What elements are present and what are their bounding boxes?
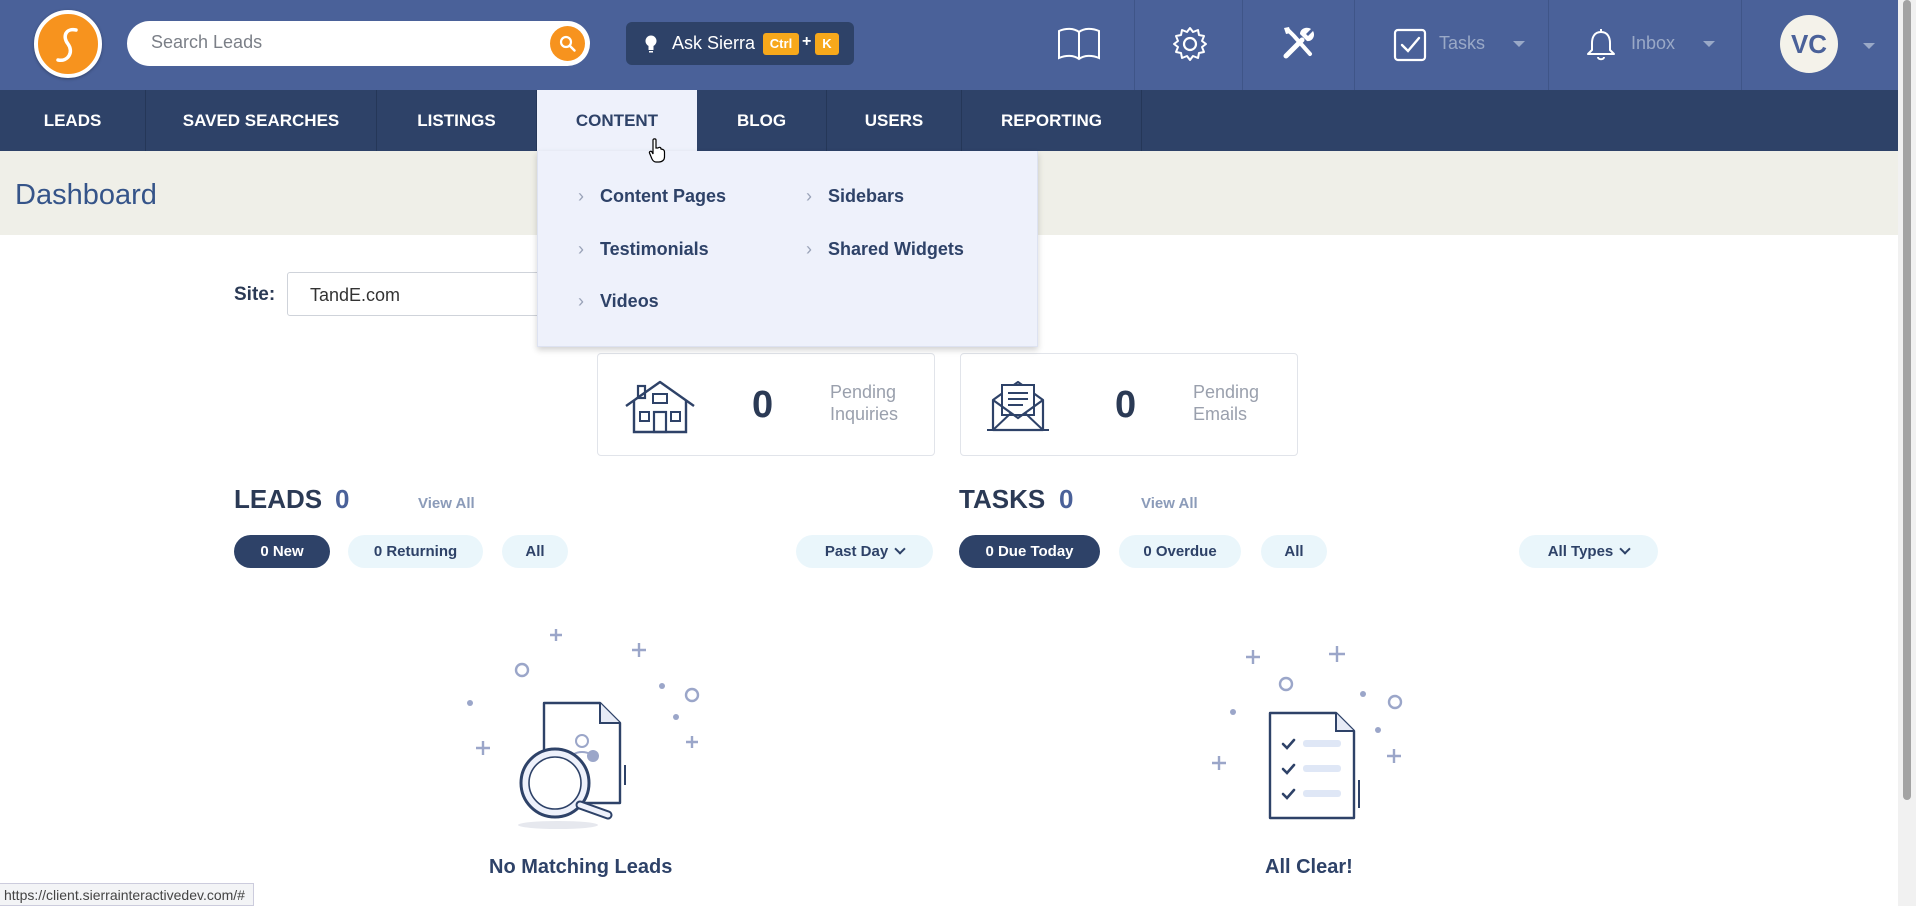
pending-inquiries-count: 0 [752, 384, 774, 426]
nav-users[interactable]: USERS [827, 90, 962, 151]
menu-item-label: Videos [600, 291, 659, 311]
pending-inquiries-card[interactable]: 0 Pending Inquiries [597, 353, 935, 456]
nav-saved-searches[interactable]: SAVED SEARCHES [146, 90, 377, 151]
nav-reporting[interactable]: REPORTING [962, 90, 1142, 151]
tasks-menu[interactable]: Tasks [1354, 0, 1548, 90]
search-icon [559, 35, 576, 52]
leads-count: 0 [335, 484, 350, 514]
search-input[interactable] [151, 32, 531, 53]
settings-button[interactable] [1134, 0, 1242, 90]
inbox-menu[interactable]: Inbox [1548, 0, 1741, 90]
all-clear-illustration-icon [1212, 646, 1403, 820]
pending-emails-card[interactable]: 0 Pending Emails [960, 353, 1298, 456]
leads-filter-returning[interactable]: 0 Returning [348, 535, 483, 568]
tasks-count: 0 [1059, 484, 1074, 514]
chevron-right-icon: › [806, 186, 812, 206]
shortcut-k-key: K [815, 33, 839, 55]
status-bar-url: https://client.sierrainteractivedev.com/… [0, 883, 254, 906]
tasks-filter-due-today[interactable]: 0 Due Today [959, 535, 1100, 568]
menu-item-shared-widgets[interactable]: › Shared Widgets [806, 239, 964, 260]
lightbulb-icon [645, 35, 657, 53]
nav-leads[interactable]: LEADS [0, 90, 146, 151]
chevron-down-icon [1513, 41, 1525, 47]
menu-item-content-pages[interactable]: › Content Pages [578, 186, 727, 207]
main-nav: LEADS SAVED SEARCHES LISTINGS CONTENT BL… [0, 90, 1898, 151]
chevron-down-icon [1863, 43, 1875, 49]
no-matching-leads-text: No Matching Leads [489, 856, 673, 878]
sierra-logo-icon [56, 27, 78, 62]
hand-cursor-icon [648, 138, 666, 163]
menu-item-label: Testimonials [600, 239, 709, 259]
nav-content[interactable]: CONTENT [537, 90, 697, 151]
menu-item-testimonials[interactable]: › Testimonials [578, 239, 709, 260]
chevron-down-icon [1703, 41, 1715, 47]
top-bar: Ask Sierra Ctrl + K Tasks [0, 0, 1898, 90]
envelope-icon [987, 380, 1049, 432]
content-dropdown-menu: › Content Pages › Sidebars › Testimonial… [537, 151, 1038, 347]
tools-button[interactable] [1242, 0, 1354, 90]
sierra-logo[interactable] [34, 10, 102, 78]
house-icon [625, 380, 695, 434]
search-button[interactable] [550, 26, 585, 61]
chevron-down-icon [894, 543, 906, 555]
inbox-label: Inbox [1631, 33, 1676, 53]
leads-view-all-link[interactable]: View All [418, 495, 475, 512]
page-title: Dashboard [15, 179, 157, 211]
user-menu[interactable]: VC [1741, 0, 1898, 90]
chevron-right-icon: › [578, 239, 584, 259]
tools-icon [1283, 27, 1315, 59]
scrollbar-thumb[interactable] [1903, 0, 1911, 800]
leads-period-dropdown[interactable]: Past Day [796, 535, 933, 568]
bell-icon [1587, 29, 1615, 61]
pending-emails-count: 0 [1115, 384, 1137, 426]
book-icon [1058, 27, 1100, 61]
menu-item-label: Sidebars [828, 186, 905, 206]
ask-sierra-label: Ask Sierra [672, 33, 756, 53]
leads-title: LEADS [234, 484, 323, 514]
leads-filter-all[interactable]: All [502, 535, 568, 568]
chevron-down-icon [1619, 543, 1631, 555]
site-select[interactable]: TandE.com [287, 272, 557, 316]
shortcut-ctrl-key: Ctrl [763, 33, 799, 55]
resources-button[interactable] [1044, 0, 1134, 90]
pending-inquiries-caption: Pending Inquiries [830, 382, 899, 424]
checkbox-icon [1393, 28, 1427, 62]
leads-period-label: Past Day [824, 543, 889, 560]
chevron-right-icon: › [578, 186, 584, 206]
tasks-type-label: All Types [1547, 543, 1614, 560]
menu-item-sidebars[interactable]: › Sidebars [806, 186, 905, 207]
tasks-label: Tasks [1439, 33, 1486, 53]
no-leads-illustration-icon [467, 629, 700, 829]
menu-item-videos[interactable]: › Videos [578, 291, 659, 312]
avatar[interactable]: VC [1780, 15, 1838, 73]
tasks-type-dropdown[interactable]: All Types [1519, 535, 1658, 568]
site-label: Site: [234, 284, 276, 305]
chevron-right-icon: › [806, 239, 812, 259]
tasks-title: TASKS [959, 484, 1046, 514]
tasks-filter-overdue[interactable]: 0 Overdue [1119, 535, 1241, 568]
page-scrollbar[interactable] [1898, 0, 1916, 906]
site-value: TandE.com [310, 285, 401, 305]
ask-sierra-button[interactable]: Ask Sierra Ctrl + K [626, 22, 854, 65]
nav-listings[interactable]: LISTINGS [377, 90, 537, 151]
leads-filter-new[interactable]: 0 New [234, 535, 330, 568]
nav-blog[interactable]: BLOG [697, 90, 827, 151]
chevron-right-icon: › [578, 291, 584, 311]
tasks-view-all-link[interactable]: View All [1141, 495, 1198, 512]
shortcut-plus: + [802, 33, 812, 50]
menu-item-label: Shared Widgets [828, 239, 964, 259]
menu-item-label: Content Pages [600, 186, 727, 206]
pending-emails-caption: Pending Emails [1193, 382, 1260, 424]
tasks-filter-all[interactable]: All [1261, 535, 1327, 568]
gear-icon [1173, 27, 1207, 61]
search-leads-field[interactable] [127, 21, 590, 66]
all-clear-text: All Clear! [1265, 856, 1353, 878]
